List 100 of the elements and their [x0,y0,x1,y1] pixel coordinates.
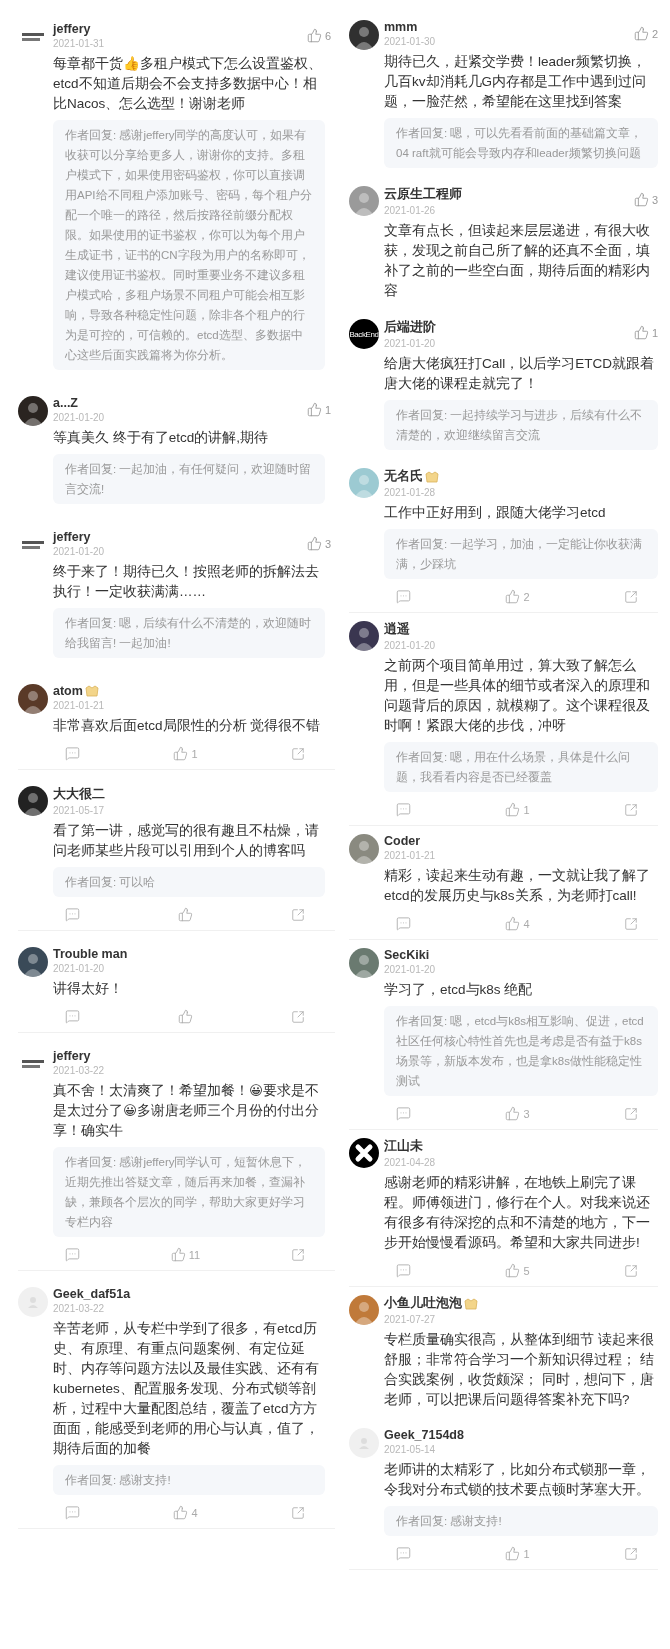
like-icon[interactable] [505,916,521,931]
comment-icon[interactable] [65,746,80,761]
like-icon[interactable] [178,907,193,922]
like-count: 5 [523,1264,530,1277]
comment-date: 2021-04-28 [384,1157,436,1168]
share-icon[interactable] [291,907,305,922]
like-icon[interactable] [170,1247,186,1262]
like-icon[interactable] [173,1505,189,1520]
like-count: 4 [523,917,530,930]
share-icon[interactable] [624,802,638,817]
like-icon[interactable] [173,746,189,761]
comment-text: 每章都干货👍多租户模式下怎么设置鉴权、etcd不知道后期会不会支持多数据中心！相比Nacos、怎么选型！谢谢老师 [53,55,323,113]
author-name: 逍遥 [384,621,410,638]
author-reply: 作者回复: 一起加油，有任何疑问，欢迎随时留言交流! [53,454,325,504]
like-icon[interactable] [633,26,649,41]
comment-text: 给唐大佬疯狂打Call，以后学习ETCD就跟着唐大佬的课程走就完了！ [384,355,655,393]
like-count: 1 [651,326,658,339]
comment-date: 2021-01-20 [384,964,436,975]
comment-text: 终于来了！期待已久！按照老师的拆解法去执行！一定收获满满…… [53,563,320,601]
like-count: 3 [523,1107,530,1120]
author-reply: 作者回复: 一起持续学习与进步，后续有什么不清楚的，欢迎继续留言交流 [384,400,658,450]
comment-text: 文章有点长，但读起来层层递进，有很大收获，发现之前自己所了解的还真不全面，填补了之前的一些空白面，期待后面的精彩内容 [384,222,651,300]
author-reply: 作者回复: 嗯，用在什么场景，具体是什么问题，我看看内容是否已经覆盖 [384,742,658,792]
like-icon[interactable] [178,1009,193,1024]
like-icon[interactable] [505,1546,521,1561]
like-icon[interactable] [505,802,521,817]
like-count: 11 [188,1248,201,1261]
author-reply: 作者回复: 嗯，后续有什么不清楚的，欢迎随时给我留言! 一起加油! [53,608,325,658]
author-name: jeffery [53,22,91,36]
comment-icon[interactable] [396,1546,411,1561]
avatar-logo: BackEnd [349,319,379,349]
like-count: 3 [651,193,658,206]
share-icon[interactable] [291,1505,305,1520]
share-icon[interactable] [291,1009,305,1024]
comment-text: 感谢老师的精彩讲解，在地铁上刷完了课程。师傅领进门，修行在个人。对我来说还有很多有待深挖的点和不清楚的地方，下一步开始慢慢看源码。希望和大家共同进步! [384,1174,651,1252]
like-icon[interactable] [633,325,649,340]
share-icon[interactable] [624,1106,638,1121]
comment-text: 老师讲的太精彩了，比如分布式锁那一章，令我对分布式锁的技术要点顿时茅塞大开。 [384,1461,651,1499]
comment-date: 2021-01-21 [53,700,105,711]
comment-date: 2021-01-26 [384,205,437,216]
comment-text: 工作中正好用到，跟随大佬学习etcd [384,504,607,522]
comment-icon[interactable] [396,1263,411,1278]
like-count: 1 [523,1547,530,1560]
like-count: 2 [651,27,658,40]
author-name: 云原生工程师 [384,186,462,203]
like-icon[interactable] [306,536,322,551]
comment-icon[interactable] [65,907,80,922]
comment-icon[interactable] [396,589,411,604]
author-name: 小鱼儿吐泡泡 [384,1295,462,1312]
comment-icon[interactable] [65,1505,80,1520]
author-name: atom [53,684,83,698]
comment-text: 等真美久 终于有了etcd的讲解,期待 [53,429,270,447]
like-count: 6 [324,29,331,42]
like-count: 1 [191,747,198,760]
author-name: mmm [384,20,418,34]
author-name: a...Z [53,396,78,410]
share-icon[interactable] [291,746,305,761]
like-icon[interactable] [505,589,521,604]
share-icon[interactable] [624,1546,638,1561]
comment-date: 2021-01-20 [384,338,436,349]
comment-date: 2021-01-20 [53,546,105,557]
comment-icon[interactable] [396,802,411,817]
comment-text: 非常喜欢后面etcd局限性的分析 觉得很不错 [53,717,322,735]
comment-text: 精彩，读起来生动有趣，一文就让我了解了etcd的发展历史与k8s关系，为老师打call! [384,867,651,905]
comment-date: 2021-01-20 [53,963,106,974]
comment-text: 期待已久，赶紧交学费！leader频繁切换，几百kv却消耗几G内存都是工作中遇到过问题，一脸茫然，希望能在这里找到答案 [384,53,647,111]
share-icon[interactable] [624,1263,638,1278]
author-reply: 作者回复: 嗯，可以先看看前面的基础篇文章，04 raft就可能会导致内存和leader频繁切换问题 [384,118,658,168]
like-icon[interactable] [306,402,322,417]
comment-text: 看了第一讲，感觉写的很有趣且不枯燥，请问老师某些片段可以引用到个人的博客吗 [53,822,320,860]
like-count: 2 [523,590,530,603]
share-icon[interactable] [291,1247,305,1262]
author-reply: 作者回复: 感谢jeffery同学认可，短暂休息下，近期先推出答疑文章，随后再来加餐，查漏补缺，兼顾各个层次的同学，帮助大家更好学习专栏内容 [53,1147,325,1237]
comment-icon[interactable] [396,1106,411,1121]
like-icon[interactable] [633,192,649,207]
author-name: 大大很二 [53,786,105,803]
avatar-icon [18,1287,48,1317]
author-name: Trouble man [53,947,128,961]
comment-date: 2021-05-17 [53,805,105,816]
share-icon[interactable] [624,589,638,604]
author-name: 江山未 [384,1138,423,1155]
comment-text: 专栏质量确实很高，从整体到细节 读起来很舒服；非常符合学习一个新知识得过程； 结合实践案例，收货颇深； 同时，想问下，唐老师，可以把课后问题得答案补充下吗? [384,1331,655,1409]
comment-date: 2021-07-27 [384,1314,437,1325]
like-count: 3 [324,537,331,550]
author-name: jeffery [53,530,91,544]
like-icon[interactable] [306,28,322,43]
comment-date: 2021-01-20 [53,412,105,423]
comment-icon[interactable] [396,916,411,931]
author-name: 无名氏 [384,468,423,485]
comment-date: 2021-01-30 [384,36,436,47]
author-name: 后端进阶 [384,319,436,336]
like-count: 4 [191,1506,198,1519]
like-icon[interactable] [505,1263,521,1278]
comment-icon[interactable] [65,1247,80,1262]
author-reply: 作者回复: 感谢支持! [384,1506,658,1536]
share-icon[interactable] [624,916,638,931]
author-name: Geek_7154d8 [384,1428,464,1442]
author-name: Geek_daf51a [53,1287,131,1301]
like-icon[interactable] [505,1106,521,1121]
comment-icon[interactable] [65,1009,80,1024]
